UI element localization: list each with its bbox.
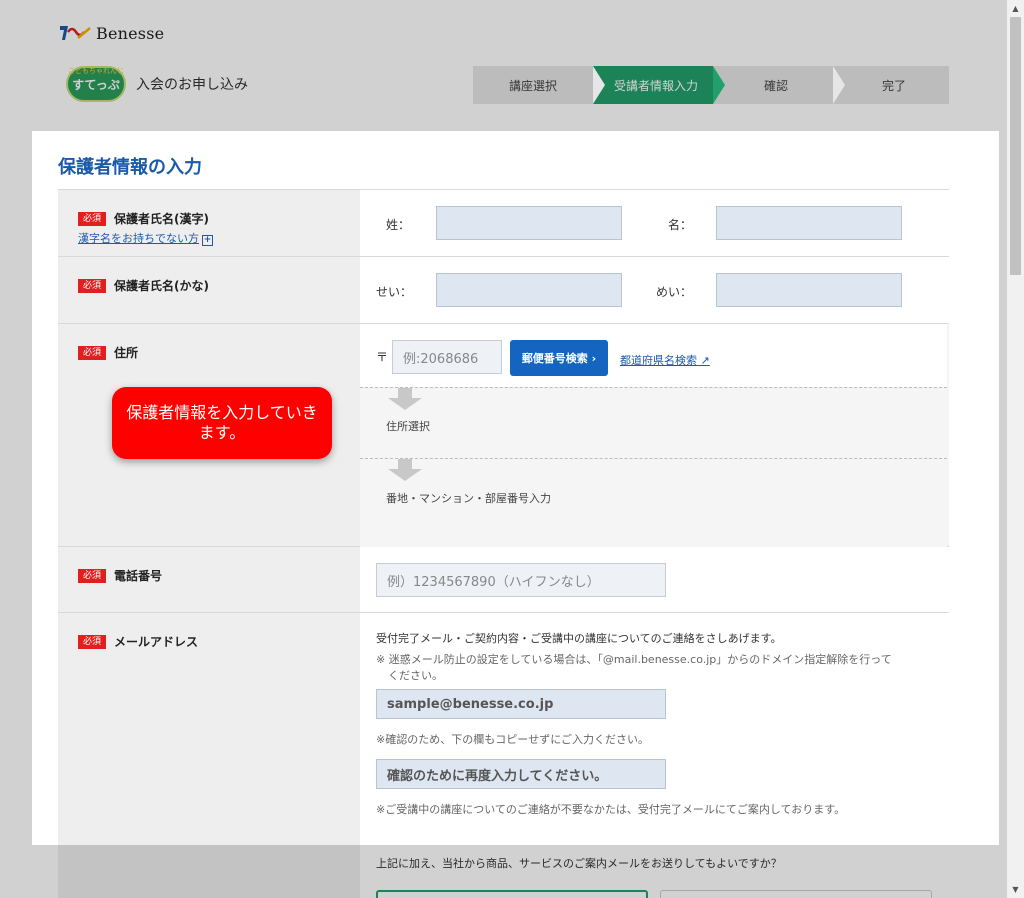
vertical-scrollbar[interactable]: ▲ ▼ <box>1007 0 1024 898</box>
badge-main-text: すてっぷ <box>72 77 120 92</box>
email-confirm-input[interactable]: 確認のために再度入力してください。 <box>376 759 666 789</box>
first-name-label: 名： <box>668 218 693 232</box>
phone-input[interactable]: 例）1234567890（ハイフンなし） <box>376 563 666 597</box>
value-cell: 姓： 名： <box>360 190 949 256</box>
row-phone: 必須 電話番号 例）1234567890（ハイフンなし） <box>58 547 949 613</box>
brand-name: Benesse <box>96 23 165 43</box>
step-label: 確認 <box>763 78 788 93</box>
step-label: 講座選択 <box>508 78 557 93</box>
no-kanji-name-link[interactable]: 漢字名をお持ちでない方 + <box>78 230 360 246</box>
guide-card: 保護者情報の入力 必須 保護者氏名(漢字) 漢字名をお持ちでない方 + 姓： 名： <box>32 131 999 845</box>
field-label: 保護者氏名(漢字) <box>114 212 209 226</box>
step-label: 受講者情報入力 <box>613 78 698 93</box>
down-arrow-icon <box>388 388 422 410</box>
zip-search-button[interactable]: 郵便番号検索 › <box>510 340 608 376</box>
required-badge: 必須 <box>78 345 107 360</box>
external-link-icon: ↗ <box>700 354 710 367</box>
value-cell: 受付完了メール・ご契約内容・ご受講中の講座についてのご連絡をさしあげます。 ※ … <box>360 613 949 845</box>
last-name-kanji-input[interactable] <box>436 206 622 240</box>
badge-small-text: こどもちゃれんじ <box>68 67 124 75</box>
spam-note-cont: ください。 <box>388 669 443 682</box>
link-text: 都道府県名検索 <box>620 354 697 367</box>
last-name-label: 姓： <box>386 218 411 232</box>
app-header: こどもちゃれんじ すてっぷ 入会のお申し込み <box>66 66 248 102</box>
postal-mark: 〒 <box>376 350 389 364</box>
guardian-form: 必須 保護者氏名(漢字) 漢字名をお持ちでない方 + 姓： 名： 必須 保護者氏名(か… <box>58 189 949 845</box>
step-complete: 完了 <box>833 66 949 104</box>
page-title: 保護者情報の入力 <box>58 157 202 178</box>
label-cell: 必須 電話番号 <box>58 547 360 612</box>
scroll-down-icon[interactable]: ▼ <box>1007 881 1024 898</box>
address-select-label: 住所選択 <box>386 420 430 433</box>
address-select-step: 住所選択 <box>360 387 947 459</box>
row-name-kana: 必須 保護者氏名(かな) せい： めい： <box>58 257 949 324</box>
link-text: 漢字名をお持ちでない方 <box>78 232 199 245</box>
row-name-kanji: 必須 保護者氏名(漢字) 漢字名をお持ちでない方 + 姓： 名： <box>58 190 949 257</box>
confirm-note: ※確認のため、下の欄もコピーせずにご入力ください。 <box>376 733 649 746</box>
newsletter-label-cell <box>58 845 360 898</box>
field-label: 住所 <box>114 346 139 360</box>
first-name-kana-input[interactable] <box>716 273 902 307</box>
spam-note: ※ 迷惑メール防止の設定をしている場合は、「@mail.benesse.co.j… <box>376 653 892 666</box>
down-arrow-icon <box>388 459 422 481</box>
page: Benesse こどもちゃれんじ すてっぷ 入会のお申し込み 講座選択 受講者情… <box>0 0 1007 898</box>
newsletter-question: 上記に加え、当社から商品、サービスのご案内メールをお送りしてもよいですか？ <box>376 857 782 870</box>
progress-steps: 講座選択 受講者情報入力 確認 完了 <box>473 66 949 104</box>
course-badge: こどもちゃれんじ すてっぷ <box>66 66 126 102</box>
step-confirm: 確認 <box>713 66 845 104</box>
guide-tooltip: 保護者情報を入力していきます。 <box>112 387 332 459</box>
first-name-kana-label: めい： <box>656 285 693 299</box>
label-cell: 必須 メールアドレス <box>58 613 360 845</box>
value-cell: 例）1234567890（ハイフンなし） <box>360 547 949 612</box>
benesse-logo-icon <box>60 26 91 40</box>
last-name-kana-input[interactable] <box>436 273 622 307</box>
email-note: 受付完了メール・ご契約内容・ご受講中の講座についてのご連絡をさしあげます。 <box>376 632 782 645</box>
overlay-dim <box>0 131 32 845</box>
address-detail-step: 番地・マンション・部屋番号入力 <box>360 458 947 547</box>
app-title: 入会のお申し込み <box>136 77 248 93</box>
last-name-kana-label: せい： <box>376 285 413 299</box>
field-label: 電話番号 <box>114 569 163 583</box>
overlay-dim <box>999 131 1007 845</box>
required-badge: 必須 <box>78 278 107 293</box>
label-cell: 必須 保護者氏名(漢字) 漢字名をお持ちでない方 + <box>58 190 360 256</box>
required-badge: 必須 <box>78 211 107 226</box>
benesse-logo[interactable]: Benesse <box>58 22 164 44</box>
newsletter-yes-option[interactable] <box>376 890 648 898</box>
row-email: 必須 メールアドレス 受付完了メール・ご契約内容・ご受講中の講座についてのご連絡を… <box>58 613 949 845</box>
prefecture-search-link[interactable]: 都道府県名検索 ↗ <box>620 352 710 368</box>
label-cell: 必須 保護者氏名(かな) <box>58 257 360 323</box>
scroll-thumb[interactable] <box>1010 17 1021 275</box>
step-label: 完了 <box>881 78 906 93</box>
expand-icon: + <box>202 235 213 246</box>
required-badge: 必須 <box>78 568 107 583</box>
value-cell: せい： めい： <box>360 257 949 323</box>
field-label: メールアドレス <box>114 635 199 649</box>
field-label: 保護者氏名(かな) <box>114 279 209 293</box>
scroll-up-icon[interactable]: ▲ <box>1007 0 1024 17</box>
email-footer-note: ※ご受講中の講座についてのご連絡が不要なかたは、受付完了メールにてご案内しており… <box>376 803 846 816</box>
first-name-kanji-input[interactable] <box>716 206 902 240</box>
email-input[interactable]: sample@benesse.co.jp <box>376 689 666 719</box>
postal-code-input[interactable]: 例:2068686 <box>392 340 502 374</box>
newsletter-no-option[interactable] <box>660 890 932 898</box>
required-badge: 必須 <box>78 634 107 649</box>
address-detail-label: 番地・マンション・部屋番号入力 <box>386 492 551 505</box>
step-course-select: 講座選択 <box>473 66 605 104</box>
step-student-info: 受講者情報入力 <box>593 66 725 104</box>
value-cell: 〒 例:2068686 郵便番号検索 › 都道府県名検索 ↗ 住所選択 番地・マ… <box>360 324 949 547</box>
